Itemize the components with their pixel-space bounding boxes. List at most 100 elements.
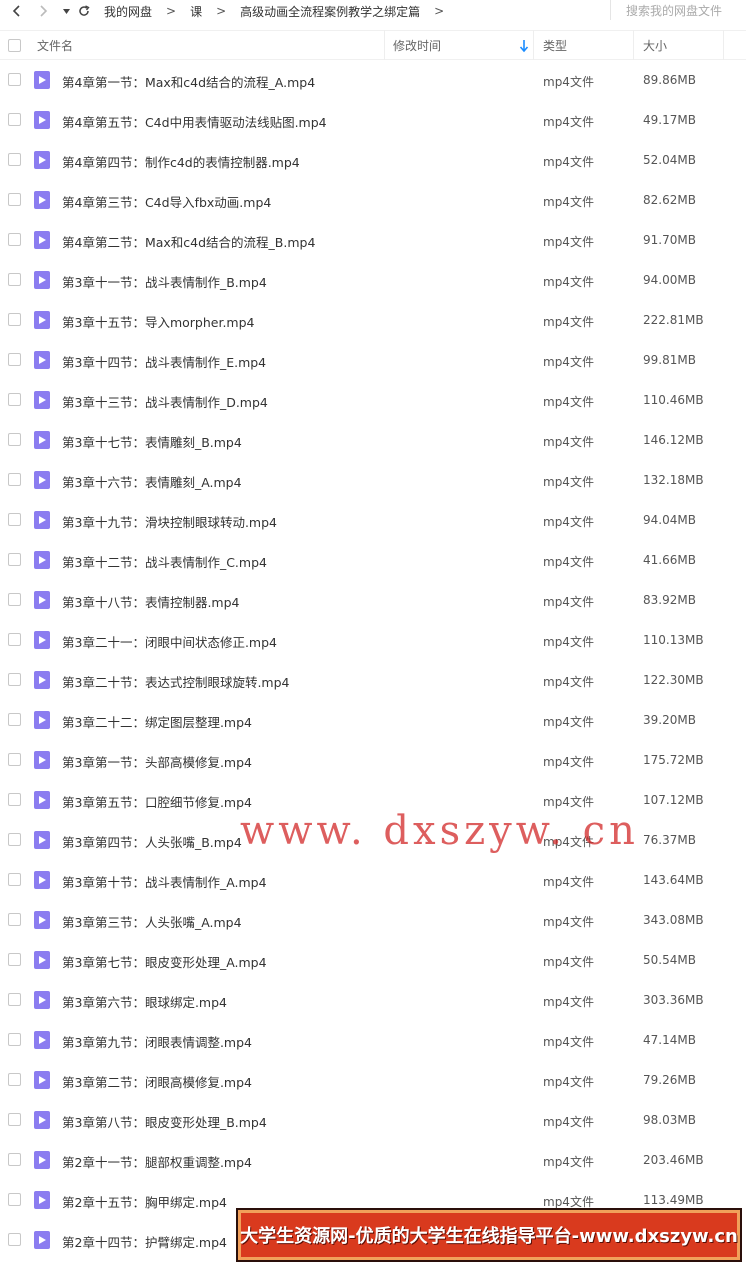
file-checkbox[interactable] [8, 73, 21, 86]
file-checkbox[interactable] [8, 673, 21, 686]
file-name[interactable]: 第3章第四节：人头张嘴_B.mp4 [62, 832, 242, 851]
file-name[interactable]: 第3章第六节：眼球绑定.mp4 [62, 992, 227, 1011]
file-name[interactable]: 第3章十五节：导入morpher.mp4 [62, 312, 255, 331]
file-checkbox[interactable] [8, 193, 21, 206]
file-name[interactable]: 第3章十三节：战斗表情制作_D.mp4 [62, 392, 268, 411]
file-checkbox[interactable] [8, 393, 21, 406]
file-checkbox[interactable] [8, 793, 21, 806]
file-row[interactable]: 第3章第十节：战斗表情制作_A.mp4 mp4文件 143.64MB [0, 860, 746, 900]
file-name[interactable]: 第4章第五节：C4d中用表情驱动法线贴图.mp4 [62, 112, 327, 131]
file-row[interactable]: 第3章十二节：战斗表情制作_C.mp4 mp4文件 41.66MB [0, 540, 746, 580]
file-checkbox[interactable] [8, 473, 21, 486]
file-row[interactable]: 第4章第三节：C4d导入fbx动画.mp4 mp4文件 82.62MB [0, 180, 746, 220]
column-header-size[interactable]: 大小 [634, 30, 724, 60]
file-row[interactable]: 第4章第四节：制作c4d的表情控制器.mp4 mp4文件 52.04MB [0, 140, 746, 180]
file-row[interactable]: 第3章第三节：人头张嘴_A.mp4 mp4文件 343.08MB [0, 900, 746, 940]
back-arrow-icon[interactable] [6, 0, 26, 22]
file-name[interactable]: 第2章十四节：护臂绑定.mp4 [62, 1232, 227, 1251]
file-name[interactable]: 第3章二十节：表达式控制眼球旋转.mp4 [62, 672, 290, 691]
file-name[interactable]: 第3章第九节：闭眼表情调整.mp4 [62, 1032, 252, 1051]
breadcrumb-item-course[interactable]: 课 [190, 3, 202, 20]
file-checkbox[interactable] [8, 1073, 21, 1086]
file-checkbox[interactable] [8, 913, 21, 926]
file-checkbox[interactable] [8, 873, 21, 886]
file-row[interactable]: 第3章二十二：绑定图层整理.mp4 mp4文件 39.20MB [0, 700, 746, 740]
file-name[interactable]: 第4章第二节：Max和c4d结合的流程_B.mp4 [62, 232, 315, 251]
file-row[interactable]: 第3章十八节：表情控制器.mp4 mp4文件 83.92MB [0, 580, 746, 620]
file-row[interactable]: 第4章第一节：Max和c4d结合的流程_A.mp4 mp4文件 89.86MB [0, 60, 746, 100]
file-row[interactable]: 第4章第五节：C4d中用表情驱动法线贴图.mp4 mp4文件 49.17MB [0, 100, 746, 140]
file-row[interactable]: 第3章十五节：导入morpher.mp4 mp4文件 222.81MB [0, 300, 746, 340]
file-checkbox[interactable] [8, 1153, 21, 1166]
refresh-icon[interactable] [74, 0, 94, 22]
file-checkbox[interactable] [8, 633, 21, 646]
file-checkbox[interactable] [8, 553, 21, 566]
file-name[interactable]: 第4章第一节：Max和c4d结合的流程_A.mp4 [62, 72, 315, 91]
file-name[interactable]: 第3章十四节：战斗表情制作_E.mp4 [62, 352, 266, 371]
file-name[interactable]: 第3章二十二：绑定图层整理.mp4 [62, 712, 252, 731]
file-checkbox[interactable] [8, 313, 21, 326]
file-name[interactable]: 第3章十六节：表情雕刻_A.mp4 [62, 472, 242, 491]
file-row[interactable]: 第3章第六节：眼球绑定.mp4 mp4文件 303.36MB [0, 980, 746, 1020]
file-name[interactable]: 第3章十八节：表情控制器.mp4 [62, 592, 240, 611]
file-row[interactable]: 第4章第二节：Max和c4d结合的流程_B.mp4 mp4文件 91.70MB [0, 220, 746, 260]
file-name[interactable]: 第4章第四节：制作c4d的表情控制器.mp4 [62, 152, 300, 171]
file-checkbox[interactable] [8, 1233, 21, 1246]
file-checkbox[interactable] [8, 233, 21, 246]
file-row[interactable]: 第3章第二节：闭眼高模修复.mp4 mp4文件 79.26MB [0, 1060, 746, 1100]
file-row[interactable]: 第3章十七节：表情雕刻_B.mp4 mp4文件 146.12MB [0, 420, 746, 460]
breadcrumb-item-my-drive[interactable]: 我的网盘 [104, 3, 152, 20]
file-checkbox[interactable] [8, 833, 21, 846]
file-checkbox[interactable] [8, 113, 21, 126]
file-checkbox[interactable] [8, 953, 21, 966]
file-row[interactable]: 第3章二十一：闭眼中间状态修正.mp4 mp4文件 110.13MB [0, 620, 746, 660]
file-checkbox[interactable] [8, 433, 21, 446]
file-name[interactable]: 第3章第二节：闭眼高模修复.mp4 [62, 1072, 252, 1091]
file-name[interactable]: 第3章第十节：战斗表情制作_A.mp4 [62, 872, 267, 891]
file-checkbox[interactable] [8, 513, 21, 526]
breadcrumb-item-current-folder[interactable]: 高级动画全流程案例教学之绑定篇 [240, 3, 420, 20]
file-name[interactable]: 第3章十九节：滑块控制眼球转动.mp4 [62, 512, 277, 531]
file-row[interactable]: 第3章二十节：表达式控制眼球旋转.mp4 mp4文件 122.30MB [0, 660, 746, 700]
file-row[interactable]: 第3章第一节：头部高模修复.mp4 mp4文件 175.72MB [0, 740, 746, 780]
file-name[interactable]: 第2章十五节：胸甲绑定.mp4 [62, 1192, 227, 1211]
file-checkbox[interactable] [8, 1113, 21, 1126]
file-checkbox[interactable] [8, 713, 21, 726]
file-name[interactable]: 第3章第八节：眼皮变形处理_B.mp4 [62, 1112, 267, 1131]
column-header-modified[interactable]: 修改时间 [385, 30, 534, 60]
history-dropdown-icon[interactable] [60, 0, 72, 22]
sort-descending-icon[interactable] [519, 39, 529, 53]
file-name[interactable]: 第3章第一节：头部高模修复.mp4 [62, 752, 252, 771]
file-checkbox[interactable] [8, 273, 21, 286]
file-name[interactable]: 第3章二十一：闭眼中间状态修正.mp4 [62, 632, 277, 651]
file-name[interactable]: 第3章十七节：表情雕刻_B.mp4 [62, 432, 242, 451]
file-name[interactable]: 第3章十一节：战斗表情制作_B.mp4 [62, 272, 267, 291]
file-row[interactable]: 第3章十四节：战斗表情制作_E.mp4 mp4文件 99.81MB [0, 340, 746, 380]
file-row[interactable]: 第3章第七节：眼皮变形处理_A.mp4 mp4文件 50.54MB [0, 940, 746, 980]
column-header-name[interactable]: 文件名 [37, 30, 385, 60]
file-checkbox[interactable] [8, 993, 21, 1006]
column-header-type[interactable]: 类型 [534, 30, 634, 60]
file-name[interactable]: 第3章第七节：眼皮变形处理_A.mp4 [62, 952, 267, 971]
file-row[interactable]: 第3章十一节：战斗表情制作_B.mp4 mp4文件 94.00MB [0, 260, 746, 300]
file-row[interactable]: 第3章十九节：滑块控制眼球转动.mp4 mp4文件 94.04MB [0, 500, 746, 540]
file-name[interactable]: 第3章第五节：口腔细节修复.mp4 [62, 792, 252, 811]
file-row[interactable]: 第3章十三节：战斗表情制作_D.mp4 mp4文件 110.46MB [0, 380, 746, 420]
file-name[interactable]: 第3章第三节：人头张嘴_A.mp4 [62, 912, 242, 931]
file-name[interactable]: 第4章第三节：C4d导入fbx动画.mp4 [62, 192, 271, 211]
file-checkbox[interactable] [8, 353, 21, 366]
file-row[interactable]: 第3章十六节：表情雕刻_A.mp4 mp4文件 132.18MB [0, 460, 746, 500]
file-row[interactable]: 第3章第九节：闭眼表情调整.mp4 mp4文件 47.14MB [0, 1020, 746, 1060]
file-checkbox[interactable] [8, 153, 21, 166]
file-checkbox[interactable] [8, 1193, 21, 1206]
file-checkbox[interactable] [8, 593, 21, 606]
file-name[interactable]: 第2章十一节：腿部权重调整.mp4 [62, 1152, 252, 1171]
search-input[interactable]: 搜索我的网盘文件 [610, 0, 746, 20]
file-checkbox[interactable] [8, 753, 21, 766]
file-row[interactable]: 第2章十一节：腿部权重调整.mp4 mp4文件 203.46MB [0, 1140, 746, 1180]
select-all-checkbox[interactable] [8, 39, 21, 52]
file-name[interactable]: 第3章十二节：战斗表情制作_C.mp4 [62, 552, 267, 571]
forward-arrow-icon[interactable] [34, 0, 54, 22]
file-row[interactable]: 第3章第八节：眼皮变形处理_B.mp4 mp4文件 98.03MB [0, 1100, 746, 1140]
file-checkbox[interactable] [8, 1033, 21, 1046]
